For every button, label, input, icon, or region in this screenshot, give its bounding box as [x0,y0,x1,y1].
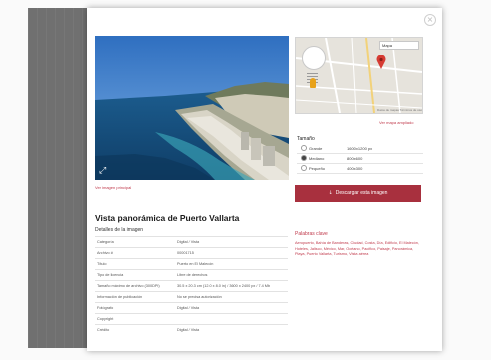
map-pin-icon [376,55,386,69]
detail-value: 00001715 [175,247,288,259]
detail-value [175,313,288,325]
map-pan-control[interactable] [302,46,326,70]
expand-icon[interactable]: ⤢ [99,166,109,176]
size-radio-medium[interactable] [301,155,307,161]
detail-label: Crédito [95,324,175,335]
detail-label: Información de publicación [95,291,175,303]
table-row: Título Puerto en El Malecón [95,258,288,270]
pegman-icon[interactable] [310,78,316,88]
table-row: Fotógrafo Digital / Vista [95,302,288,314]
larger-map-link[interactable]: Ver mapa ampliado [379,120,413,125]
detail-value: 30.5 x 20.3 cm (12.0 x 8.0 in) / 3600 x … [175,280,288,292]
detail-value: No se precisa autorización [175,291,288,303]
size-option-medium[interactable]: Mediano 800x600 [297,153,423,164]
detail-value: Puerto en El Malecón [175,258,288,270]
size-label: Grande [309,144,347,154]
table-row: Tipo de licencia Libre de derechos [95,269,288,281]
size-options: Grande 1600x1200 px Mediano 800x600 Pequ… [297,144,423,174]
download-button[interactable]: ↓ Descargar esta imagen [295,185,421,202]
detail-label: Categoría [95,236,175,248]
table-row: Tamaño máximo de archivo (300DPI) 30.5 x … [95,280,288,292]
map-attribution: Datos de mapas Términos de uso [377,108,422,112]
detail-value: Libre de derechos [175,269,288,281]
size-label: Mediano [309,153,347,164]
size-value: 1600x1200 px [347,144,423,154]
detail-value: Digital / Vista [175,236,288,248]
detail-label: Tipo de licencia [95,269,175,281]
table-row: Información de publicación No se precisa … [95,291,288,303]
view-main-image-link[interactable]: Ver imagen principal [95,185,131,190]
close-icon[interactable]: × [424,14,436,26]
details-heading: Detalles de la imagen [95,227,144,233]
table-row: Crédito Digital / Vista [95,324,288,335]
size-value: 400x300 [347,163,423,174]
table-row: Archivo #00001715 [95,247,288,259]
detail-label: Tamaño máximo de archivo (300DPI) [95,280,175,292]
table-row: Copyright [95,313,288,325]
size-option-large[interactable]: Grande 1600x1200 px [297,144,423,154]
detail-label: Copyright [95,313,175,325]
details-table: Categoría Digital / Vista Archivo #000017… [95,236,288,335]
table-row: Categoría Digital / Vista [95,236,288,248]
detail-value: Digital / Vista [175,324,288,335]
keywords-heading: Palabras clave [295,231,328,237]
download-icon: ↓ [328,190,333,196]
detail-label: Fotógrafo [95,302,175,314]
image-title: Vista panorámica de Puerto Vallarta [95,213,240,223]
size-option-small[interactable]: Pequeño 400x300 [297,163,423,174]
main-photo[interactable]: ⤢ [95,36,289,180]
size-value: 800x600 [347,153,423,164]
size-radio-large[interactable] [301,145,307,151]
download-label: Descargar esta imagen [335,190,388,196]
map-type-select[interactable]: Mapa [379,41,419,50]
detail-label: Archivo # [95,247,175,259]
size-label: Pequeño [309,163,347,174]
detail-label: Título [95,258,175,270]
location-map[interactable]: Mapa Datos de mapas Términos de uso [295,37,423,114]
size-radio-small[interactable] [301,165,307,171]
image-detail-modal: × ⤢ Ver imagen principal Mapa Datos de m… [87,8,442,351]
keywords-list[interactable]: Aeropuerto, Bahía de Banderas, Ciudad, C… [295,241,421,258]
size-heading: Tamaño [297,136,315,142]
detail-value: Digital / Vista [175,302,288,314]
